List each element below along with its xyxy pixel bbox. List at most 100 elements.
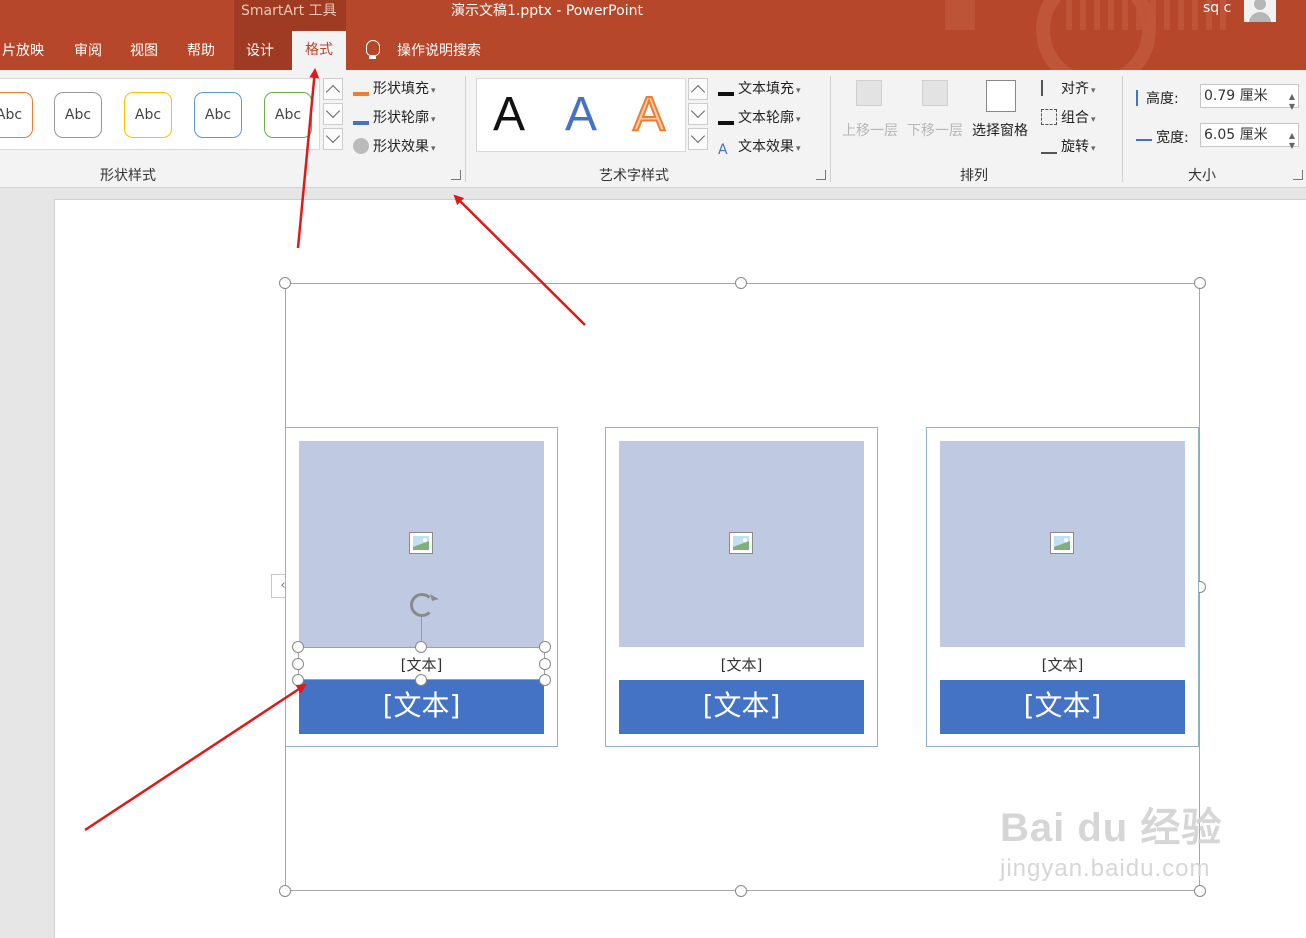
wordart-style-orange-outline[interactable]: A [632,87,666,142]
resize-handle[interactable] [279,885,291,897]
resize-handle[interactable] [1194,277,1206,289]
smartart-card[interactable]: [文本] [文本] [926,427,1199,747]
shape-effects-icon [353,138,369,154]
resize-handle[interactable] [539,658,551,670]
tab-design[interactable]: 设计 [246,40,274,60]
smartart-card[interactable]: [文本] [文本] [605,427,878,747]
resize-handle[interactable] [292,641,304,653]
shape-styles-launcher[interactable] [451,170,461,180]
wordart-launcher[interactable] [816,170,826,180]
shape-style-orange[interactable]: Abc [0,92,33,138]
text-outline-icon [718,109,734,125]
avatar[interactable] [1244,0,1276,22]
resize-handle[interactable] [539,674,551,686]
ribbon-divider [465,76,466,182]
resize-handle[interactable] [539,641,551,653]
card-caption[interactable]: [文本] [927,654,1198,675]
wordart-scroll-up[interactable] [688,78,708,100]
card-caption[interactable]: [文本] [606,654,877,675]
wordart-group-label: 艺术字样式 [599,168,669,184]
title-decoration [945,0,975,30]
spin-down-icon[interactable]: ▼ [1289,96,1295,118]
height-input[interactable]: 0.79 厘米 ▲ ▼ [1200,84,1299,111]
selection-pane-icon [986,80,1016,112]
rotate-handle-icon[interactable] [410,593,434,617]
size-launcher[interactable] [1293,170,1303,180]
wordart-style-blue[interactable]: A [565,87,597,142]
align-icon [1041,80,1057,96]
resize-handle[interactable] [735,885,747,897]
bring-forward-button[interactable]: 上移一层 [842,120,898,140]
chevron-down-icon: ▾ [796,144,801,154]
watermark-url: jingyan.baidu.com [1000,855,1211,882]
wordart-scroll-down[interactable] [688,103,708,125]
tell-me-search[interactable]: 操作说明搜索 [397,40,481,60]
shape-style-gray[interactable]: Abc [54,92,102,138]
spin-down-icon[interactable]: ▼ [1289,135,1295,157]
picture-icon[interactable] [409,532,433,554]
width-input[interactable]: 6.05 厘米 ▲ ▼ [1200,123,1299,150]
width-label: 宽度: [1136,127,1189,147]
height-icon [1136,90,1142,106]
smartart-card[interactable]: [文本] [文本] [285,427,558,747]
tab-view[interactable]: 视图 [130,40,158,60]
ribbon: Abc Abc Abc Abc Abc 形状填充 ▾ 形状轮廓 ▾ 形状效果 ▾ 形状… [0,70,1306,188]
card-title-bar[interactable]: [文本] [940,680,1185,734]
shape-styles-gallery: Abc Abc Abc Abc Abc [0,78,320,150]
resize-handle[interactable] [1194,885,1206,897]
user-name[interactable]: sq c [1203,0,1231,16]
send-backward-button[interactable]: 下移一层 [907,120,963,140]
resize-handle[interactable] [735,277,747,289]
resize-handle[interactable] [292,674,304,686]
tab-review[interactable]: 审阅 [74,40,102,60]
selection-pane-button[interactable]: 选择窗格 [972,120,1028,140]
picture-icon[interactable] [1050,532,1074,554]
shape-effects-button[interactable]: 形状效果 ▾ [353,136,436,156]
gallery-scroll-up[interactable] [323,78,343,100]
paint-bucket-icon [353,80,369,96]
group-icon [1041,109,1057,125]
wordart-more[interactable] [688,128,708,150]
resize-handle[interactable] [415,674,427,686]
shape-style-green[interactable]: Abc [264,92,312,138]
width-icon [1136,139,1152,145]
chevron-down-icon: ▾ [796,86,801,96]
resize-handle[interactable] [292,658,304,670]
chevron-down-icon: ▾ [1091,144,1096,154]
gallery-scroll-down[interactable] [323,103,343,125]
align-button[interactable]: 对齐 ▾ [1041,78,1096,98]
text-fill-button[interactable]: 文本填充 ▾ [718,78,801,98]
tab-format[interactable]: 格式 [292,31,346,70]
group-button[interactable]: 组合 ▾ [1041,107,1096,127]
text-effects-button[interactable]: A 文本效果 ▾ [718,136,801,158]
shape-style-blue[interactable]: Abc [194,92,242,138]
smartart-tools-label: SmartArt 工具 [241,3,337,19]
shape-outline-button[interactable]: 形状轮廓 ▾ [353,107,436,127]
tab-help[interactable]: 帮助 [187,40,215,60]
card-title-bar[interactable]: [文本] [619,680,864,734]
chevron-down-icon: ▾ [1091,115,1096,125]
arrange-group-label: 排列 [960,168,988,184]
watermark-logo: Bai du 经验 [1000,806,1223,850]
baidu-watermark: Bai du 经验 jingyan.baidu.com [1000,795,1222,883]
tab-slideshow[interactable]: 片放映 [2,40,44,60]
wordart-styles-gallery: A A A [476,78,686,152]
title-decoration [1066,0,1226,30]
resize-handle[interactable] [415,641,427,653]
text-outline-button[interactable]: 文本轮廓 ▾ [718,107,801,127]
send-backward-icon [922,80,948,106]
picture-placeholder[interactable] [940,441,1185,647]
shape-fill-button[interactable]: 形状填充 ▾ [353,78,436,98]
chevron-down-icon: ▾ [431,144,436,154]
ribbon-divider [1122,76,1123,182]
wordart-style-black[interactable]: A [493,87,525,142]
gallery-more[interactable] [323,128,343,150]
picture-icon[interactable] [729,532,753,554]
rotate-button[interactable]: 旋转 ▾ [1041,136,1096,156]
shape-style-gold[interactable]: Abc [124,92,172,138]
picture-placeholder[interactable] [619,441,864,647]
card-title-bar[interactable]: [文本] [299,680,544,734]
chevron-down-icon: ▾ [796,115,801,125]
resize-handle[interactable] [279,277,291,289]
bring-forward-icon [856,80,882,106]
